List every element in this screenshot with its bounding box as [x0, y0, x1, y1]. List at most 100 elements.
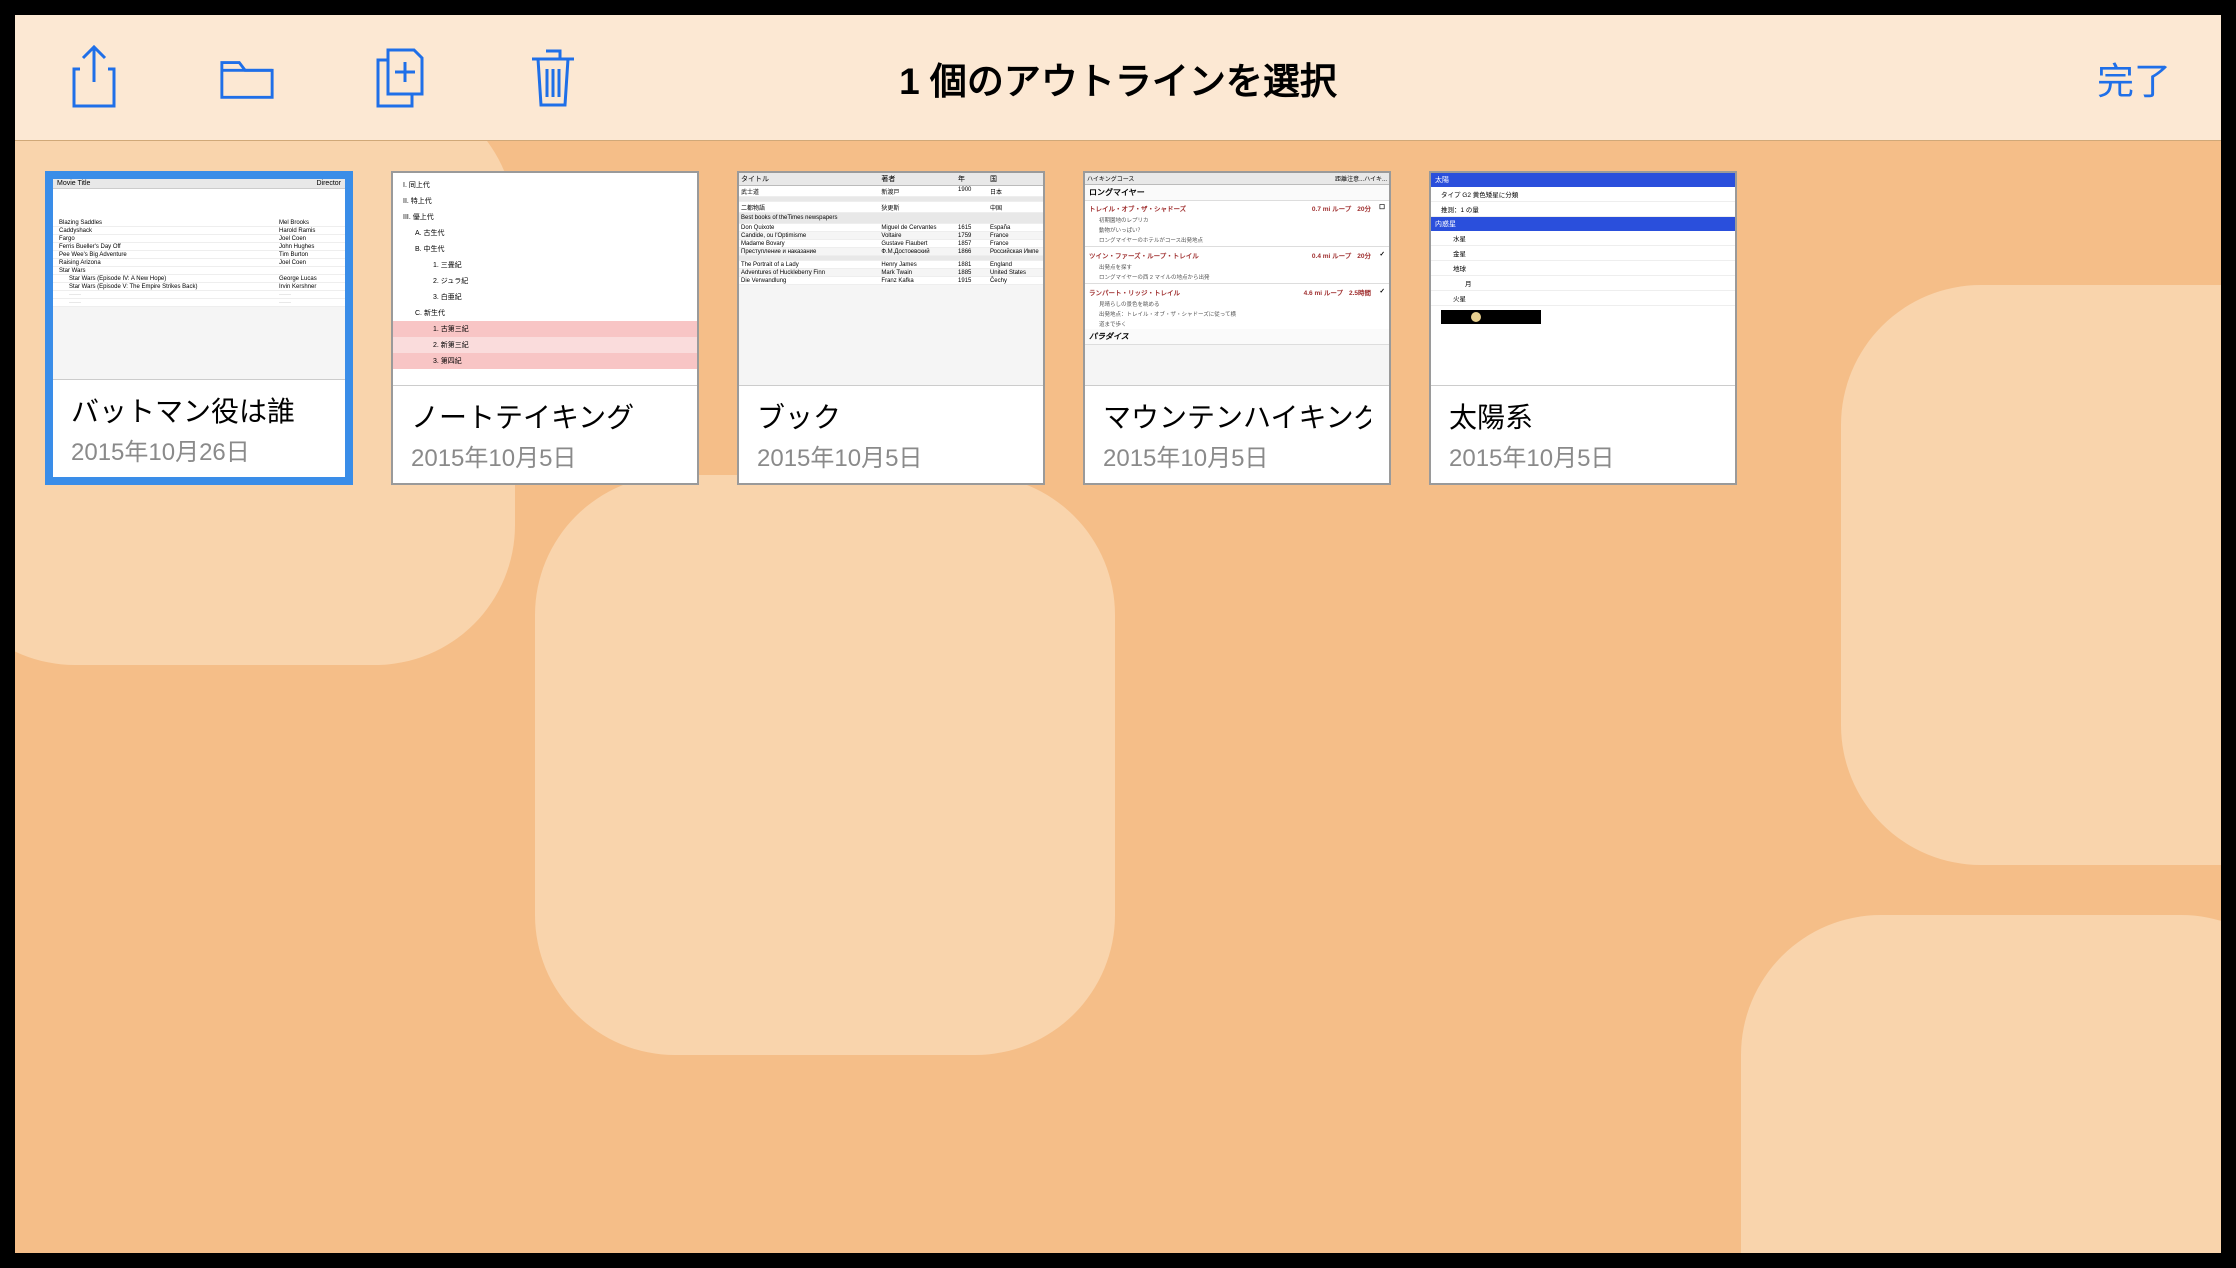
document-thumbnail: I. 同上代 II. 特上代 III. 優上代 A. 古生代 B. 中生代 1.… — [393, 173, 697, 385]
cell: Irvin Kershner — [279, 284, 339, 290]
trail-name: ランパート・リッジ・トレイル — [1089, 287, 1304, 297]
cell: George Lucas — [279, 276, 339, 282]
cell — [279, 268, 339, 274]
trail-time: 2.5時間 — [1349, 287, 1371, 297]
outline-row: 金星 — [1431, 246, 1735, 261]
cell: Blazing Saddles — [59, 220, 279, 226]
toolbar-left — [65, 43, 582, 113]
col-header: 距離 — [1335, 174, 1347, 183]
card-footer: 太陽系 2015年10月5日 — [1431, 385, 1735, 483]
col-header: 国 — [990, 174, 1041, 184]
duplicate-icon[interactable] — [371, 43, 429, 113]
trail-note: ロングマイヤーのホテルがコース出発地点 — [1085, 235, 1389, 245]
trail-dist: 4.6 mi ループ — [1304, 287, 1343, 297]
card-footer: ブック 2015年10月5日 — [739, 385, 1043, 483]
cell: Joel Coen — [279, 236, 339, 242]
cell: Ф.М.Достоевский — [881, 249, 958, 255]
trail-note: 動物がいっぱい？ — [1085, 225, 1389, 235]
folder-icon[interactable] — [218, 43, 276, 113]
outline-row: I. 同上代 — [393, 177, 697, 193]
page-title: 1 個のアウトラインを選択 — [899, 51, 1337, 105]
cell: 1866 — [958, 249, 990, 255]
section-heading: ロングマイヤー — [1085, 185, 1389, 201]
done-button[interactable]: 完了 — [2097, 51, 2171, 105]
cell: España — [990, 225, 1041, 231]
cell: Star Wars (Episode IV: A New Hope) — [69, 276, 279, 282]
planet-image — [1441, 310, 1541, 324]
document-grid: Movie Title Director Blazing SaddlesMel … — [15, 141, 2221, 515]
outline-row: 1. 古第三紀 — [393, 321, 697, 337]
cell: Raising Arizona — [59, 260, 279, 266]
share-icon[interactable] — [65, 43, 123, 113]
outline-row: 2. ジュラ紀 — [393, 273, 697, 289]
document-card[interactable]: Movie Title Director Blazing SaddlesMel … — [45, 171, 353, 485]
cell: Star Wars (Episode V: The Empire Strikes… — [69, 284, 279, 290]
col-header: 著者 — [881, 174, 958, 184]
document-date: 2015年10月5日 — [411, 438, 679, 473]
cell: 二都物語 — [741, 203, 881, 212]
col-header: 注意... — [1347, 174, 1364, 183]
card-footer: バットマン役は誰 2015年10月26日 — [53, 379, 345, 477]
document-card[interactable]: タイトル 著者 年 国 武士道新渡戸1900日本 二都物語狄更斯中国 Best … — [737, 171, 1045, 485]
cell: Voltaire — [881, 233, 958, 239]
trail-note: 道まで歩く — [1085, 319, 1389, 329]
outline-row: タイプ G2 黄色矮星に分類 — [1431, 187, 1735, 202]
cell: France — [990, 241, 1041, 247]
trail-note: 初期園地のレプリカ — [1085, 215, 1389, 225]
checkmark-icon: ✓ — [1371, 250, 1385, 260]
cell: 日本 — [990, 187, 1041, 196]
document-title: ブック — [757, 396, 1025, 436]
cell: Madame Bovary — [741, 241, 881, 247]
cell: Mel Brooks — [279, 220, 339, 226]
outline-row: III. 優上代 — [393, 209, 697, 225]
document-date: 2015年10月26日 — [71, 432, 327, 467]
cell: 1857 — [958, 241, 990, 247]
cell: Henry James — [881, 262, 958, 268]
cell: Gustave Flaubert — [881, 241, 958, 247]
cell: John Hughes — [279, 244, 339, 250]
cell: 1881 — [958, 262, 990, 268]
outline-row: 1. 三畳紀 — [393, 257, 697, 273]
cell: 1900 — [958, 187, 990, 196]
cell: 1759 — [958, 233, 990, 239]
cell: 狄更斯 — [881, 203, 958, 212]
document-card[interactable]: 太陽 タイプ G2 黄色矮星に分類 推測：1 の量 内惑星 水星 金星 地球 月… — [1429, 171, 1737, 485]
cell: Miguel de Cervantes — [881, 225, 958, 231]
trail-dist: 0.4 mi ループ — [1312, 250, 1351, 260]
outline-row: C. 新生代 — [393, 305, 697, 321]
document-card[interactable]: ハイキングコース 距離 注意... ハイキ... ロングマイヤー トレイル・オブ… — [1083, 171, 1391, 485]
trash-icon[interactable] — [524, 43, 582, 113]
outline-row: 3. 第四紀 — [393, 353, 697, 369]
outline-row: 3. 白亜紀 — [393, 289, 697, 305]
cell: France — [990, 233, 1041, 239]
trail-note: 出発点を探す — [1085, 262, 1389, 272]
trail-time: 20分 — [1357, 203, 1371, 213]
cell: The Portrait of a Lady — [741, 262, 881, 268]
trail-note: 見晴らしの景色を眺める — [1085, 299, 1389, 309]
cell: —— — [69, 300, 279, 306]
trail-note: 出発地点：トレイル・オブ・ザ・シャドーズに従って横 — [1085, 309, 1389, 319]
document-thumbnail: 太陽 タイプ G2 黄色矮星に分類 推測：1 の量 内惑星 水星 金星 地球 月… — [1431, 173, 1735, 385]
document-date: 2015年10月5日 — [1449, 438, 1717, 473]
cell: —— — [69, 292, 279, 298]
cell: Ferris Bueller's Day Off — [59, 244, 279, 250]
outline-row: B. 中生代 — [393, 241, 697, 257]
card-footer: マウンテンハイキング 2015年10月5日 — [1085, 385, 1389, 483]
cell: Harold Ramis — [279, 228, 339, 234]
cell: 中国 — [990, 203, 1041, 212]
section-heading: パラダイス — [1085, 329, 1389, 345]
document-card[interactable]: I. 同上代 II. 特上代 III. 優上代 A. 古生代 B. 中生代 1.… — [391, 171, 699, 485]
trail-note: ロングマイヤーの西 2 マイルの地点から出発 — [1085, 272, 1389, 282]
trail-name: トレイル・オブ・ザ・シャドーズ — [1089, 203, 1312, 213]
col-header: ハイキングコース — [1087, 174, 1335, 183]
document-thumbnail: Movie Title Director Blazing SaddlesMel … — [53, 179, 345, 379]
trail-dist: 0.7 mi ループ — [1312, 203, 1351, 213]
col-header: Director — [316, 180, 341, 187]
toolbar: 1 個のアウトラインを選択 完了 — [15, 15, 2221, 141]
document-date: 2015年10月5日 — [1103, 438, 1371, 473]
trail-name: ツイン・ファーズ・ループ・トレイル — [1089, 250, 1312, 260]
cell: 新渡戸 — [881, 187, 958, 196]
cell: Don Quixote — [741, 225, 881, 231]
col-header: ハイキ... — [1364, 174, 1387, 183]
outline-row: 火星 — [1431, 291, 1735, 306]
